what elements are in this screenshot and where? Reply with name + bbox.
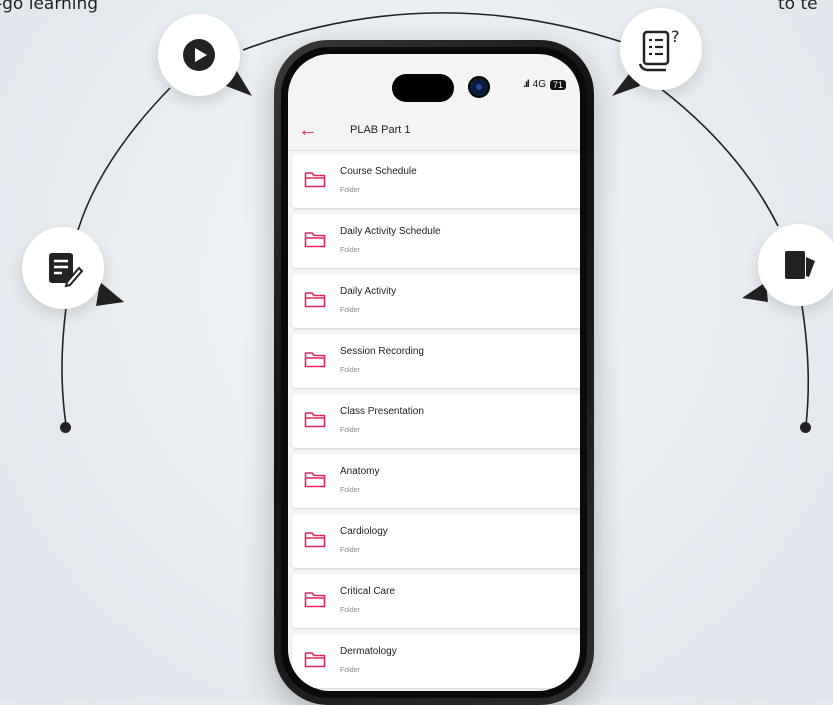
- phone-screen: .ıl 4G 71 ← PLAB Part 1 Course Schedule F…: [288, 54, 580, 691]
- folder-name: Anatomy: [340, 466, 380, 477]
- page-title: PLAB Part 1: [350, 124, 411, 136]
- folder-icon: [304, 292, 326, 308]
- notes-bubble[interactable]: [22, 227, 104, 309]
- folder-list: Course Schedule Folder Daily Activity Sche…: [288, 154, 580, 691]
- flashcards-icon: [785, 251, 815, 279]
- folder-list-item[interactable]: Session Recording Folder: [292, 334, 580, 388]
- battery-icon: 71: [549, 79, 566, 90]
- folder-list-item[interactable]: Dermatology Folder: [292, 634, 580, 688]
- folder-type: Folder: [340, 247, 360, 254]
- folder-icon: [304, 412, 326, 428]
- folder-icon: [304, 592, 326, 608]
- folder-icon: [304, 652, 326, 668]
- flashcards-bubble[interactable]: [758, 224, 833, 306]
- folder-name: Daily Activity: [340, 286, 397, 297]
- folder-list-item[interactable]: Critical Care Folder: [292, 574, 580, 628]
- app-header: ← PLAB Part 1: [288, 110, 580, 151]
- connector-dot-left: [60, 422, 71, 433]
- svg-text:?: ?: [671, 27, 680, 46]
- status-bar: .ıl 4G 71: [523, 79, 566, 90]
- phone-mockup: .ıl 4G 71 ← PLAB Part 1 Course Schedule F…: [274, 40, 594, 705]
- folder-type: Folder: [340, 307, 360, 314]
- folder-list-item[interactable]: Anatomy Folder: [292, 454, 580, 508]
- folder-type: Folder: [340, 547, 360, 554]
- folder-list-item[interactable]: Course Schedule Folder: [292, 154, 580, 208]
- folder-icon: [304, 472, 326, 488]
- folder-type: Folder: [340, 367, 360, 374]
- folder-type: Folder: [340, 187, 360, 194]
- back-arrow-icon[interactable]: ←: [298, 119, 328, 142]
- signal-icon: .ıl: [523, 79, 529, 90]
- folder-type: Folder: [340, 607, 360, 614]
- folder-list-item[interactable]: Cardiology Folder: [292, 514, 580, 568]
- folder-list-item[interactable]: Class Presentation Folder: [292, 394, 580, 448]
- folder-list-item[interactable]: Daily Activity Folder: [292, 274, 580, 328]
- folder-icon: [304, 352, 326, 368]
- notes-edit-icon: [49, 253, 83, 288]
- folder-icon: [304, 232, 326, 248]
- network-label: 4G: [532, 79, 546, 90]
- play-icon: [183, 39, 215, 71]
- play-bubble[interactable]: [158, 14, 240, 96]
- folder-type: Folder: [340, 427, 360, 434]
- folder-list-item[interactable]: Daily Activity Schedule Folder: [292, 214, 580, 268]
- folder-name: Class Presentation: [340, 406, 424, 417]
- folder-name: Session Recording: [340, 346, 424, 357]
- folder-icon: [304, 532, 326, 548]
- folder-name: Critical Care: [340, 586, 396, 597]
- folder-name: Daily Activity Schedule: [340, 226, 441, 237]
- folder-icon: [304, 172, 326, 188]
- folder-name: Cardiology: [340, 526, 388, 537]
- connector-dot-right: [800, 422, 811, 433]
- dynamic-island: [392, 74, 454, 102]
- folder-type: Folder: [340, 667, 360, 674]
- camera-indicator: [468, 76, 490, 98]
- folder-type: Folder: [340, 487, 360, 494]
- quiz-scroll-icon: ?: [638, 27, 680, 72]
- folder-name: Dermatology: [340, 646, 397, 657]
- quiz-bubble[interactable]: ?: [620, 8, 702, 90]
- folder-name: Course Schedule: [340, 166, 417, 177]
